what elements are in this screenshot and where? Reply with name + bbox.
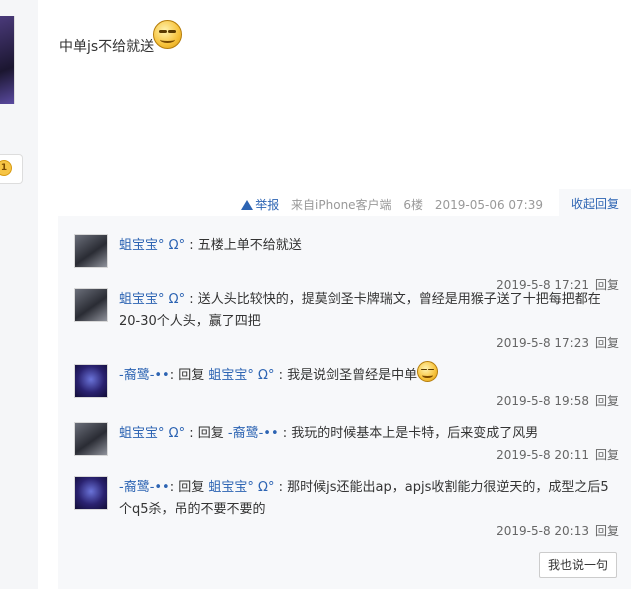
- reply-content: 蛆宝宝° Ω° : 回复 -裔鹭-•• : 我玩的时候基本上是卡特，后来变成了风…: [119, 426, 539, 441]
- reply-link[interactable]: 回复: [595, 336, 619, 350]
- reply-meta: 2019-5-8 17:23 回复: [496, 334, 619, 351]
- author-avatar[interactable]: [0, 16, 15, 104]
- reply-text: 我是说剑圣曾经是中单: [287, 368, 418, 383]
- reply-prefix: 回复: [197, 426, 224, 441]
- reply-content: 蛆宝宝° Ω° : 五楼上单不给就送: [119, 238, 302, 253]
- report-link[interactable]: 举报: [241, 198, 279, 212]
- reply-prefix: 回复: [178, 480, 205, 495]
- level-badge: 1: [0, 154, 23, 184]
- reply-time: 2019-5-8 19:58: [496, 394, 589, 408]
- reply-time: 2019-5-8 20:13: [496, 524, 589, 538]
- reply-to-username[interactable]: 蛆宝宝° Ω°: [208, 480, 274, 495]
- reply-avatar[interactable]: [74, 234, 108, 268]
- reply-link[interactable]: 回复: [595, 524, 619, 538]
- reply-username[interactable]: -裔鹭-••: [119, 480, 170, 495]
- client-source: 来自iPhone客户端: [291, 198, 392, 212]
- level-coin-icon: 1: [0, 160, 12, 176]
- left-column: 1: [0, 0, 38, 589]
- reply-avatar[interactable]: [74, 422, 108, 456]
- reply-content: 蛆宝宝° Ω° : 送人头比较快的，提莫剑圣卡牌瑞文，曾经是用猴子送了十把每把都…: [119, 292, 601, 329]
- reply-prefix: 回复: [178, 368, 205, 383]
- post-datetime: 2019-05-06 07:39: [434, 198, 543, 212]
- reply-text: 我玩的时候基本上是卡特，后来变成了风男: [291, 426, 539, 441]
- reply-to-username[interactable]: -裔鹭-••: [228, 426, 279, 441]
- reply-avatar[interactable]: [74, 476, 108, 510]
- reply-avatar[interactable]: [74, 288, 108, 322]
- post-content: 中单js不给就送: [59, 39, 155, 55]
- say-something-button[interactable]: 我也说一句: [539, 552, 617, 578]
- reply-panel: 蛆宝宝° Ω° : 五楼上单不给就送 2019-5-8 17:21 回复 蛆宝宝°…: [58, 216, 631, 589]
- reply-username[interactable]: 蛆宝宝° Ω°: [119, 292, 185, 307]
- reply-to-username[interactable]: 蛆宝宝° Ω°: [208, 368, 274, 383]
- reply-meta: 2019-5-8 20:11 回复: [496, 446, 619, 463]
- reply-time: 2019-5-8 20:11: [496, 448, 589, 462]
- floor-number: 6楼: [403, 198, 424, 212]
- reply-content: -裔鹭-••: 回复 蛆宝宝° Ω° : 我是说剑圣曾经是中单: [119, 361, 619, 387]
- reply-link[interactable]: 回复: [595, 448, 619, 462]
- reply-meta: 2019-5-8 19:58 回复: [496, 392, 619, 409]
- reply-content: -裔鹭-••: 回复 蛆宝宝° Ω° : 那时候js还能出ap，apjs收割能力…: [119, 480, 609, 517]
- smile-emoji-icon: [417, 361, 439, 382]
- reply-username[interactable]: -裔鹭-••: [119, 368, 170, 383]
- reply-link[interactable]: 回复: [595, 394, 619, 408]
- reply-meta: 2019-5-8 20:13 回复: [496, 522, 619, 539]
- reply-username[interactable]: 蛆宝宝° Ω°: [119, 426, 185, 441]
- reply-time: 2019-5-8 17:23: [496, 336, 589, 350]
- warning-icon: [241, 200, 254, 210]
- post-meta: 举报 来自iPhone客户端 6楼 2019-05-06 07:39: [233, 196, 543, 213]
- reply-text: 五楼上单不给就送: [197, 238, 302, 253]
- smile-emoji-icon: [153, 20, 182, 49]
- reply-avatar[interactable]: [74, 364, 108, 398]
- collapse-replies-button[interactable]: 收起回复: [559, 189, 631, 217]
- reply-username[interactable]: 蛆宝宝° Ω°: [119, 238, 185, 253]
